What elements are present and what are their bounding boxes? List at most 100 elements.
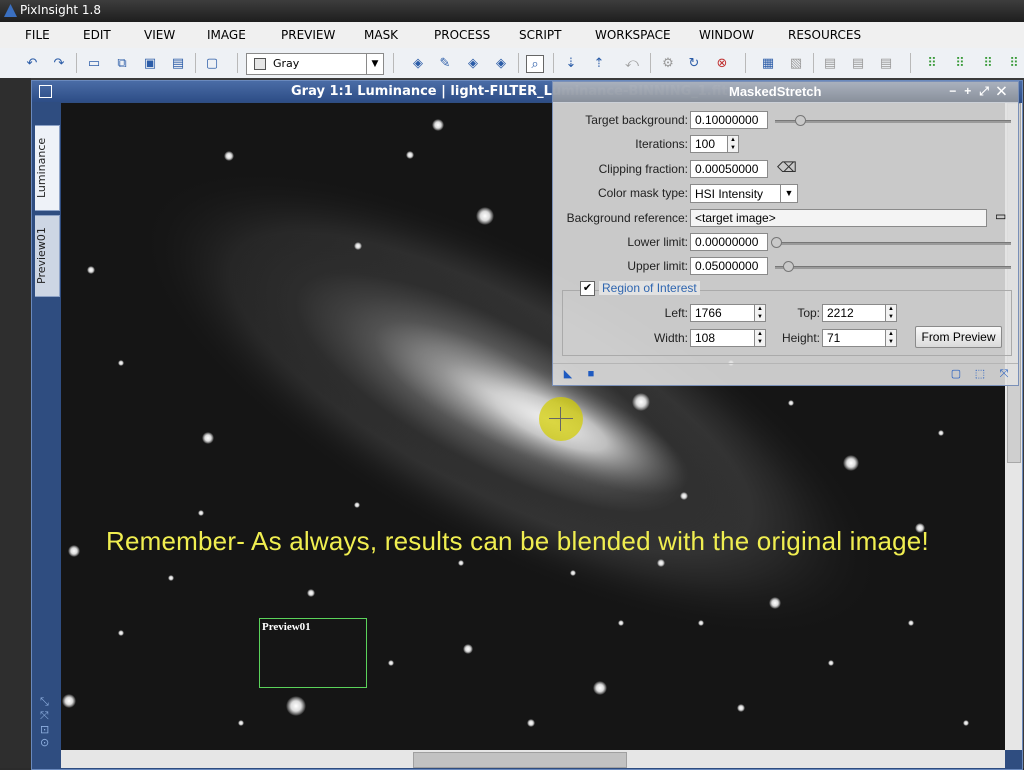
select-view-icon[interactable]: ▭ <box>995 209 1006 223</box>
preview-delete-icon[interactable]: ◈ <box>493 55 509 71</box>
window-icon[interactable]: ▦ <box>760 55 776 71</box>
grid-2-icon[interactable]: ⠿ <box>952 55 968 71</box>
target-background-label: Target background: <box>585 113 688 127</box>
menu-image[interactable]: IMAGE <box>207 28 246 42</box>
roi-width-stepper[interactable]: ▲ ▼ <box>754 329 766 347</box>
color-mask-type-value: HSI Intensity <box>695 187 764 201</box>
dialog-titlebar[interactable]: MaskedStretch −+⤢✕ <box>553 82 1018 102</box>
duplicate-icon[interactable]: ▤ <box>170 55 186 71</box>
iterations-stepper[interactable]: ▲ ▼ <box>727 135 739 153</box>
background-reference-input[interactable]: <target image> <box>690 209 987 227</box>
upper-limit-label: Upper limit: <box>627 259 688 273</box>
window-menu-icon[interactable] <box>39 85 52 98</box>
left-panel <box>0 78 31 768</box>
zoom-icon[interactable]: ⤧ <box>40 709 56 723</box>
horizontal-scrollbar[interactable] <box>61 750 1005 768</box>
mask-extract-icon[interactable]: ⇡ <box>591 55 607 71</box>
process-icon[interactable]: ⚙ <box>660 55 676 71</box>
process-refresh-icon[interactable]: ↻ <box>686 55 702 71</box>
lower-limit-slider-handle[interactable] <box>771 237 782 248</box>
menu-edit[interactable]: EDIT <box>83 28 111 42</box>
edit-preview-icon[interactable]: ✎ <box>437 55 453 71</box>
channel-select[interactable]: Gray ▼ <box>246 53 384 75</box>
dialog-window-buttons[interactable]: −+⤢✕ <box>949 84 1014 99</box>
preview-add-icon[interactable]: ◈ <box>465 55 481 71</box>
new-window-icon[interactable]: ▢ <box>204 55 220 71</box>
process-cancel-icon[interactable]: ⊗ <box>714 55 730 71</box>
background-reference-label: Background reference: <box>566 211 688 225</box>
upper-limit-input[interactable]: 0.05000000 <box>690 257 768 275</box>
from-preview-button[interactable]: From Preview <box>915 326 1002 348</box>
preview-label: Preview01 <box>262 621 311 633</box>
lower-limit-slider[interactable] <box>775 242 1011 245</box>
reset-icon[interactable]: ⤧ <box>998 368 1010 380</box>
fit-view-icon[interactable]: ⤡ <box>40 695 56 709</box>
new-instance-icon[interactable]: ◣ <box>562 368 574 380</box>
roi-checkbox[interactable]: ✔ <box>580 281 595 296</box>
tab-luminance[interactable]: Luminance <box>35 125 60 211</box>
menu-mask[interactable]: MASK <box>364 28 398 42</box>
roi-top-input[interactable]: 2212 <box>822 304 886 322</box>
target-icon[interactable]: ⊙ <box>40 736 56 749</box>
workspace-3-icon[interactable]: ▤ <box>878 55 894 71</box>
pan-icon[interactable]: ⊡ <box>40 723 56 736</box>
upper-limit-slider[interactable] <box>775 266 1011 269</box>
mask-invert-icon[interactable]: ⤺ <box>624 55 640 71</box>
workspace-1-icon[interactable]: ▤ <box>822 55 838 71</box>
upper-limit-slider-handle[interactable] <box>782 261 794 272</box>
preview-rectangle[interactable]: Preview01 <box>259 618 367 688</box>
target-background-slider-handle[interactable] <box>794 115 806 126</box>
roi-left-stepper[interactable]: ▲ ▼ <box>754 304 766 322</box>
menu-file[interactable]: FILE <box>25 28 50 42</box>
menu-resources[interactable]: RESOURCES <box>788 28 861 42</box>
roi-top-stepper[interactable]: ▲ ▼ <box>885 304 897 322</box>
dialog-title: MaskedStretch <box>729 84 822 99</box>
apply-icon[interactable]: ■ <box>585 368 597 380</box>
redo-icon[interactable]: ↷ <box>51 55 67 71</box>
zoom-tool-icon[interactable]: ⌕ <box>526 55 544 73</box>
undo-icon[interactable]: ↶ <box>24 55 40 71</box>
tab-preview01[interactable]: Preview01 <box>35 215 60 297</box>
target-background-slider[interactable] <box>775 120 1011 123</box>
roi-left-input[interactable]: 1766 <box>690 304 755 322</box>
grid-1-icon[interactable]: ⠿ <box>924 55 940 71</box>
view-tabs: Luminance Preview01 <box>32 103 60 769</box>
app-title: PixInsight 1.8 <box>20 3 101 17</box>
lower-limit-input[interactable]: 0.00000000 <box>690 233 768 251</box>
image-properties-icon[interactable]: ▭ <box>86 55 102 71</box>
clipping-fraction-label: Clipping fraction: <box>598 162 688 176</box>
menu-workspace[interactable]: WORKSPACE <box>595 28 671 42</box>
menu-window[interactable]: WINDOW <box>699 28 754 42</box>
clear-icon[interactable]: ⌫ <box>777 159 797 176</box>
menu-process[interactable]: PROCESS <box>434 28 490 42</box>
clipping-fraction-input[interactable]: 0.00050000 <box>690 160 768 178</box>
menu-preview[interactable]: PREVIEW <box>281 28 335 42</box>
workspace-2-icon[interactable]: ▤ <box>850 55 866 71</box>
roi-width-input[interactable]: 108 <box>690 329 755 347</box>
new-preview-icon[interactable]: ◈ <box>410 55 426 71</box>
toolbar-separator <box>76 53 77 73</box>
roi-height-stepper[interactable]: ▲ ▼ <box>885 329 897 347</box>
track-view-icon[interactable]: ⬚ <box>974 368 986 380</box>
view-tools: ⤡ ⤧ ⊡ ⊙ <box>40 695 56 749</box>
target-background-input[interactable]: 0.10000000 <box>690 111 768 129</box>
roi-height-input[interactable]: 71 <box>822 329 886 347</box>
new-image-icon[interactable]: ⧉ <box>114 55 130 71</box>
browse-documentation-icon[interactable]: ▢ <box>950 368 962 380</box>
clone-image-icon[interactable]: ▣ <box>142 55 158 71</box>
grid-4-icon[interactable]: ⠿ <box>1006 55 1022 71</box>
toolbar-separator <box>195 53 196 73</box>
grid-3-icon[interactable]: ⠿ <box>980 55 996 71</box>
toolbar-separator <box>650 53 651 73</box>
menu-view[interactable]: VIEW <box>144 28 175 42</box>
mask-apply-icon[interactable]: ⇣ <box>563 55 579 71</box>
menu-bar: FILE EDIT VIEW IMAGE PREVIEW MASK PROCES… <box>0 22 1024 49</box>
menu-script[interactable]: SCRIPT <box>519 28 561 42</box>
color-mask-type-select[interactable]: HSI Intensity ▼ <box>690 184 798 203</box>
toolbar-separator <box>745 53 746 73</box>
channel-select-value: Gray <box>273 57 300 70</box>
roi-width-label: Width: <box>653 331 688 345</box>
window-tile-icon[interactable]: ▧ <box>788 55 804 71</box>
iterations-input[interactable]: 100 <box>690 135 728 153</box>
horizontal-scroll-thumb[interactable] <box>413 752 627 768</box>
